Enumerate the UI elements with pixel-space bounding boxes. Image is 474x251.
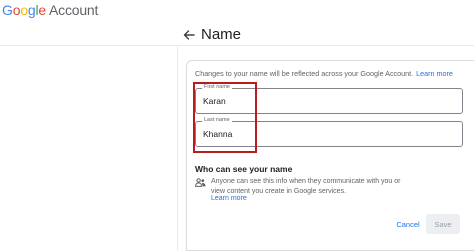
visibility-description: Anyone can see this info when they commu… xyxy=(211,178,401,195)
logo-letter: e xyxy=(38,2,46,18)
cancel-button[interactable]: Cancel xyxy=(393,215,423,233)
logo-suffix: Account xyxy=(49,2,99,18)
notice-text: Changes to your name will be reflected a… xyxy=(195,69,414,78)
name-change-notice: Changes to your name will be reflected a… xyxy=(195,69,453,78)
page-title: Name xyxy=(201,26,242,43)
sidebar-divider xyxy=(177,46,178,251)
save-button[interactable]: Save xyxy=(426,214,460,234)
logo-letter: G xyxy=(2,2,13,18)
visibility-section-title: Who can see your name xyxy=(195,164,293,174)
annotation-highlight-box xyxy=(193,82,257,153)
logo-letter: o xyxy=(20,2,28,18)
people-icon xyxy=(195,178,206,187)
header-divider xyxy=(0,45,474,46)
google-account-logo[interactable]: Google Account xyxy=(2,2,98,18)
notice-learn-more-link[interactable]: Learn more xyxy=(416,69,453,78)
arrow-back-icon[interactable] xyxy=(182,28,196,42)
visibility-learn-more-link[interactable]: Learn more xyxy=(211,195,247,202)
